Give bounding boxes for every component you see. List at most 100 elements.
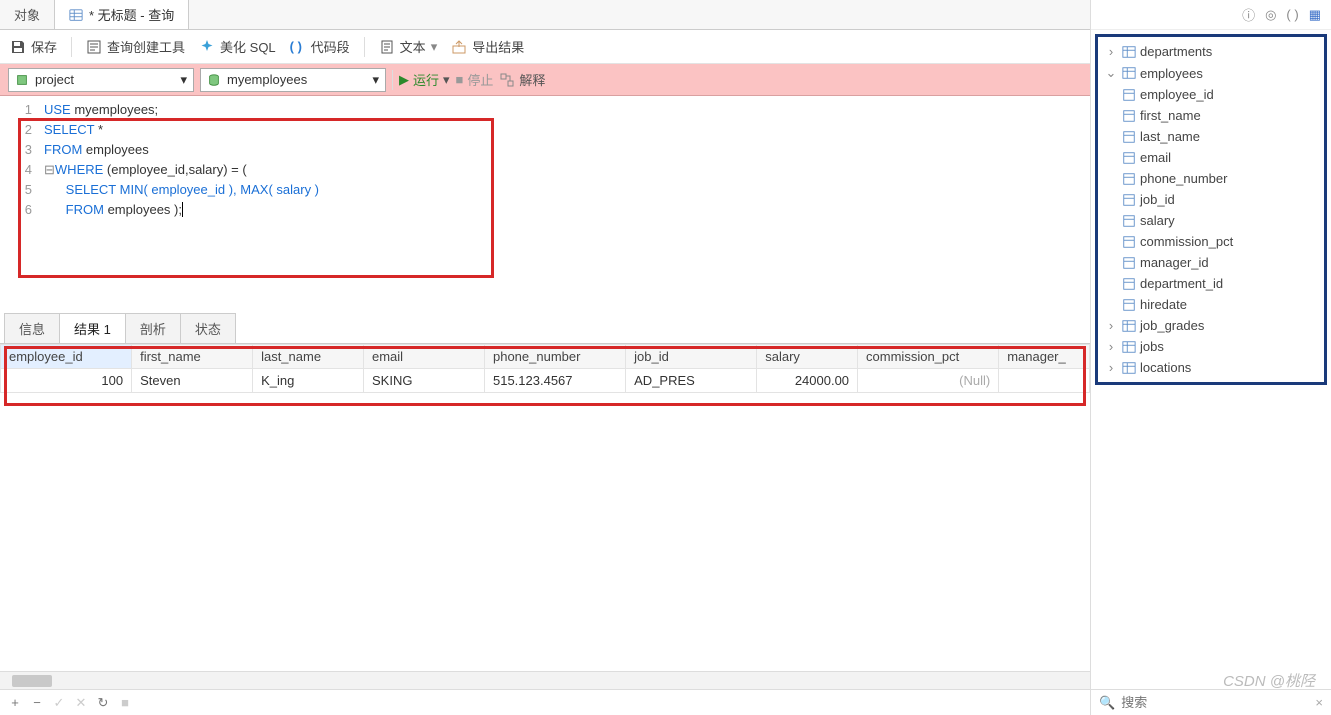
right-toolbar: ⓘ ◎ ( ) ▦	[1091, 0, 1331, 30]
tree-col-last_name[interactable]: last_name	[1100, 126, 1322, 147]
tree-col-hiredate[interactable]: hiredate	[1100, 294, 1322, 315]
save-button[interactable]: 保存	[10, 37, 57, 56]
database-select[interactable]: myemployees ▾	[200, 68, 386, 92]
column-icon	[1122, 109, 1136, 123]
col-email[interactable]: email	[363, 345, 484, 369]
tree-departments[interactable]: ›departments	[1100, 41, 1322, 62]
tree-col-salary[interactable]: salary	[1100, 210, 1322, 231]
apply-icon[interactable]: ✓	[52, 696, 66, 710]
cell-phone_number[interactable]: 515.123.4567	[484, 369, 625, 393]
close-icon[interactable]: ×	[1315, 695, 1323, 710]
paren-icon: ( )	[290, 39, 306, 55]
cell-first_name[interactable]: Steven	[132, 369, 253, 393]
cell-last_name[interactable]: K_ing	[253, 369, 364, 393]
refresh-icon[interactable]: ↻	[96, 696, 110, 710]
search-input[interactable]	[1121, 695, 1309, 710]
view-icon[interactable]: ◎	[1265, 7, 1276, 23]
tree-locations[interactable]: ›locations	[1100, 357, 1322, 378]
scroll-thumb[interactable]	[12, 675, 52, 687]
column-icon	[1122, 130, 1136, 144]
result-grid-wrap: employee_id first_name last_name email p…	[0, 344, 1090, 393]
col-job_id[interactable]: job_id	[626, 345, 757, 369]
query-builder-label: 查询创建工具	[107, 37, 185, 56]
grid-icon[interactable]: ▦	[1309, 7, 1321, 23]
chevron-down-icon: ▾	[431, 39, 438, 55]
tree-jobs[interactable]: ›jobs	[1100, 336, 1322, 357]
tab-query[interactable]: * 无标题 - 查询	[55, 0, 189, 29]
tree-col-job_id[interactable]: job_id	[1100, 189, 1322, 210]
cell-commission_pct[interactable]: (Null)	[858, 369, 999, 393]
cancel-icon[interactable]: ✕	[74, 696, 88, 710]
chevron-down-icon: ▾	[443, 72, 450, 88]
search-bar[interactable]: 🔍 ×	[1091, 689, 1331, 715]
col-manager[interactable]: manager_	[999, 345, 1090, 369]
result-grid[interactable]: employee_id first_name last_name email p…	[0, 344, 1090, 393]
snippet-button[interactable]: ( ) 代码段	[290, 37, 350, 56]
table-row[interactable]: 100 Steven K_ing SKING 515.123.4567 AD_P…	[1, 369, 1090, 393]
horizontal-scrollbar[interactable]	[0, 671, 1090, 689]
text-label: 文本	[400, 37, 426, 56]
beautify-button[interactable]: 美化 SQL	[199, 37, 276, 56]
beautify-label: 美化 SQL	[220, 37, 276, 56]
code-area[interactable]: USE myemployees; SELECT * FROM employees…	[40, 96, 1090, 296]
tab-objects-label: 对象	[14, 5, 40, 24]
export-button[interactable]: 导出结果	[451, 37, 524, 56]
stop-label: 停止	[467, 70, 493, 89]
tree-col-employee_id[interactable]: employee_id	[1100, 84, 1322, 105]
col-last_name[interactable]: last_name	[253, 345, 364, 369]
col-employee_id[interactable]: employee_id	[1, 345, 132, 369]
info-icon[interactable]: ⓘ	[1242, 5, 1255, 24]
cell-employee_id[interactable]: 100	[1, 369, 132, 393]
doc-icon	[379, 39, 395, 55]
tree-col-manager_id[interactable]: manager_id	[1100, 252, 1322, 273]
search-icon: 🔍	[1099, 695, 1115, 711]
export-label: 导出结果	[472, 37, 524, 56]
tree-job_grades[interactable]: ›job_grades	[1100, 315, 1322, 336]
cell-job_id[interactable]: AD_PRES	[626, 369, 757, 393]
tree-col-email[interactable]: email	[1100, 147, 1322, 168]
cell-salary[interactable]: 24000.00	[757, 369, 858, 393]
cell-manager[interactable]	[999, 369, 1090, 393]
run-button[interactable]: ▶ 运行 ▾	[399, 70, 450, 89]
col-phone_number[interactable]: phone_number	[484, 345, 625, 369]
column-icon	[1122, 235, 1136, 249]
stop-icon[interactable]: ■	[118, 696, 132, 710]
add-row-icon[interactable]: +	[8, 696, 22, 710]
explain-button[interactable]: 解释	[499, 70, 545, 89]
tab-info[interactable]: 信息	[4, 313, 60, 343]
collapse-icon[interactable]: ⌄	[1104, 65, 1118, 81]
tab-profile[interactable]: 剖析	[125, 313, 181, 343]
tree-col-department_id[interactable]: department_id	[1100, 273, 1322, 294]
column-icon	[1122, 193, 1136, 207]
expand-icon[interactable]: ›	[1104, 360, 1118, 375]
column-icon	[1122, 151, 1136, 165]
expand-icon[interactable]: ›	[1104, 339, 1118, 354]
tab-objects[interactable]: 对象	[0, 0, 55, 29]
tab-status[interactable]: 状态	[180, 313, 236, 343]
remove-row-icon[interactable]: −	[30, 696, 44, 710]
table-icon	[1122, 45, 1136, 59]
paren-icon[interactable]: ( )	[1286, 7, 1298, 22]
text-button[interactable]: 文本 ▾	[379, 37, 438, 56]
connection-select[interactable]: project ▾	[8, 68, 194, 92]
query-builder-button[interactable]: 查询创建工具	[86, 37, 185, 56]
table-header-row: employee_id first_name last_name email p…	[1, 345, 1090, 369]
tree-employees[interactable]: ⌄employees	[1100, 62, 1322, 84]
tree-col-commission_pct[interactable]: commission_pct	[1100, 231, 1322, 252]
query-icon	[69, 8, 83, 22]
schema-tree[interactable]: ›departments ⌄employees employee_id firs…	[1100, 41, 1322, 378]
tool-icon	[86, 39, 102, 55]
connection-value: project	[35, 72, 74, 87]
tab-result1[interactable]: 结果 1	[59, 313, 126, 343]
tab-query-label: * 无标题 - 查询	[89, 5, 174, 24]
col-first_name[interactable]: first_name	[132, 345, 253, 369]
col-salary[interactable]: salary	[757, 345, 858, 369]
col-commission_pct[interactable]: commission_pct	[858, 345, 999, 369]
expand-icon[interactable]: ›	[1104, 44, 1118, 59]
cell-email[interactable]: SKING	[363, 369, 484, 393]
snippet-label: 代码段	[311, 37, 350, 56]
sql-editor[interactable]: 123456 USE myemployees; SELECT * FROM em…	[0, 96, 1090, 296]
tree-col-phone_number[interactable]: phone_number	[1100, 168, 1322, 189]
expand-icon[interactable]: ›	[1104, 318, 1118, 333]
tree-col-first_name[interactable]: first_name	[1100, 105, 1322, 126]
